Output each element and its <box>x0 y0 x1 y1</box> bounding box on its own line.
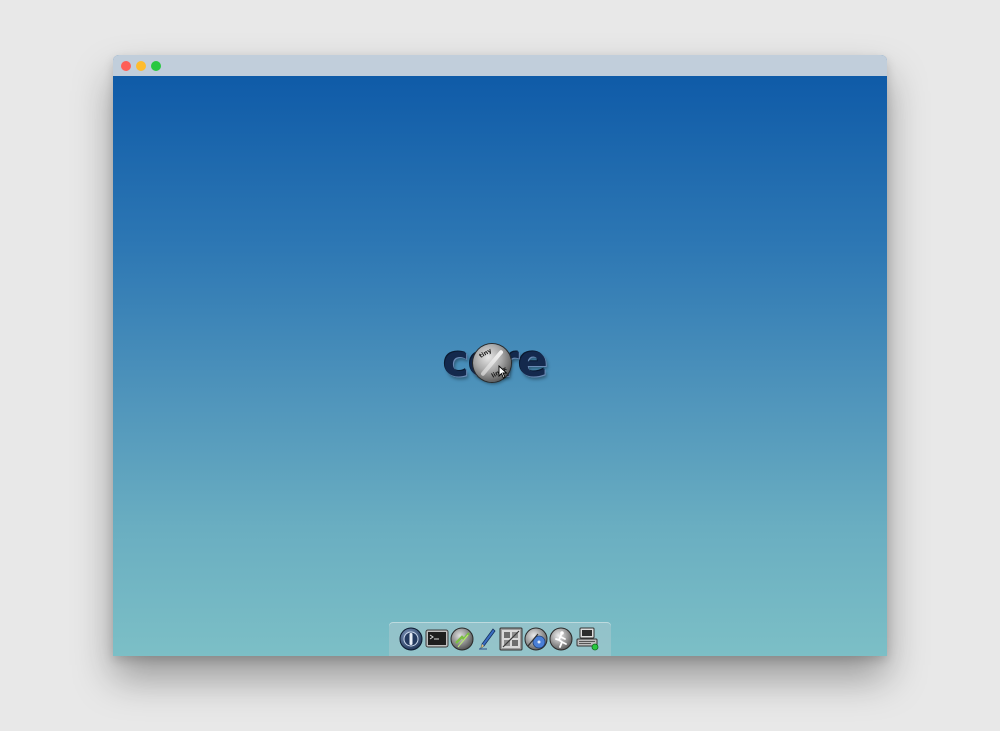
desktop[interactable]: core tiny linux <box>113 76 887 656</box>
mouse-cursor-icon <box>498 364 508 379</box>
minimize-window-button[interactable] <box>136 61 146 71</box>
apps-icon[interactable] <box>450 627 474 651</box>
close-window-button[interactable] <box>121 61 131 71</box>
network-icon[interactable] <box>575 627 599 651</box>
app-window: core tiny linux <box>113 55 887 656</box>
wbar-dock <box>389 622 611 656</box>
mount-tool-icon[interactable] <box>524 627 548 651</box>
terminal-icon[interactable] <box>425 627 449 651</box>
exit-icon[interactable] <box>399 627 423 651</box>
control-panel-icon[interactable] <box>499 627 523 651</box>
run-icon[interactable] <box>549 627 573 651</box>
window-titlebar[interactable] <box>113 55 887 76</box>
editor-icon[interactable] <box>475 627 499 651</box>
maximize-window-button[interactable] <box>151 61 161 71</box>
disc-text-top: tiny <box>478 347 493 360</box>
